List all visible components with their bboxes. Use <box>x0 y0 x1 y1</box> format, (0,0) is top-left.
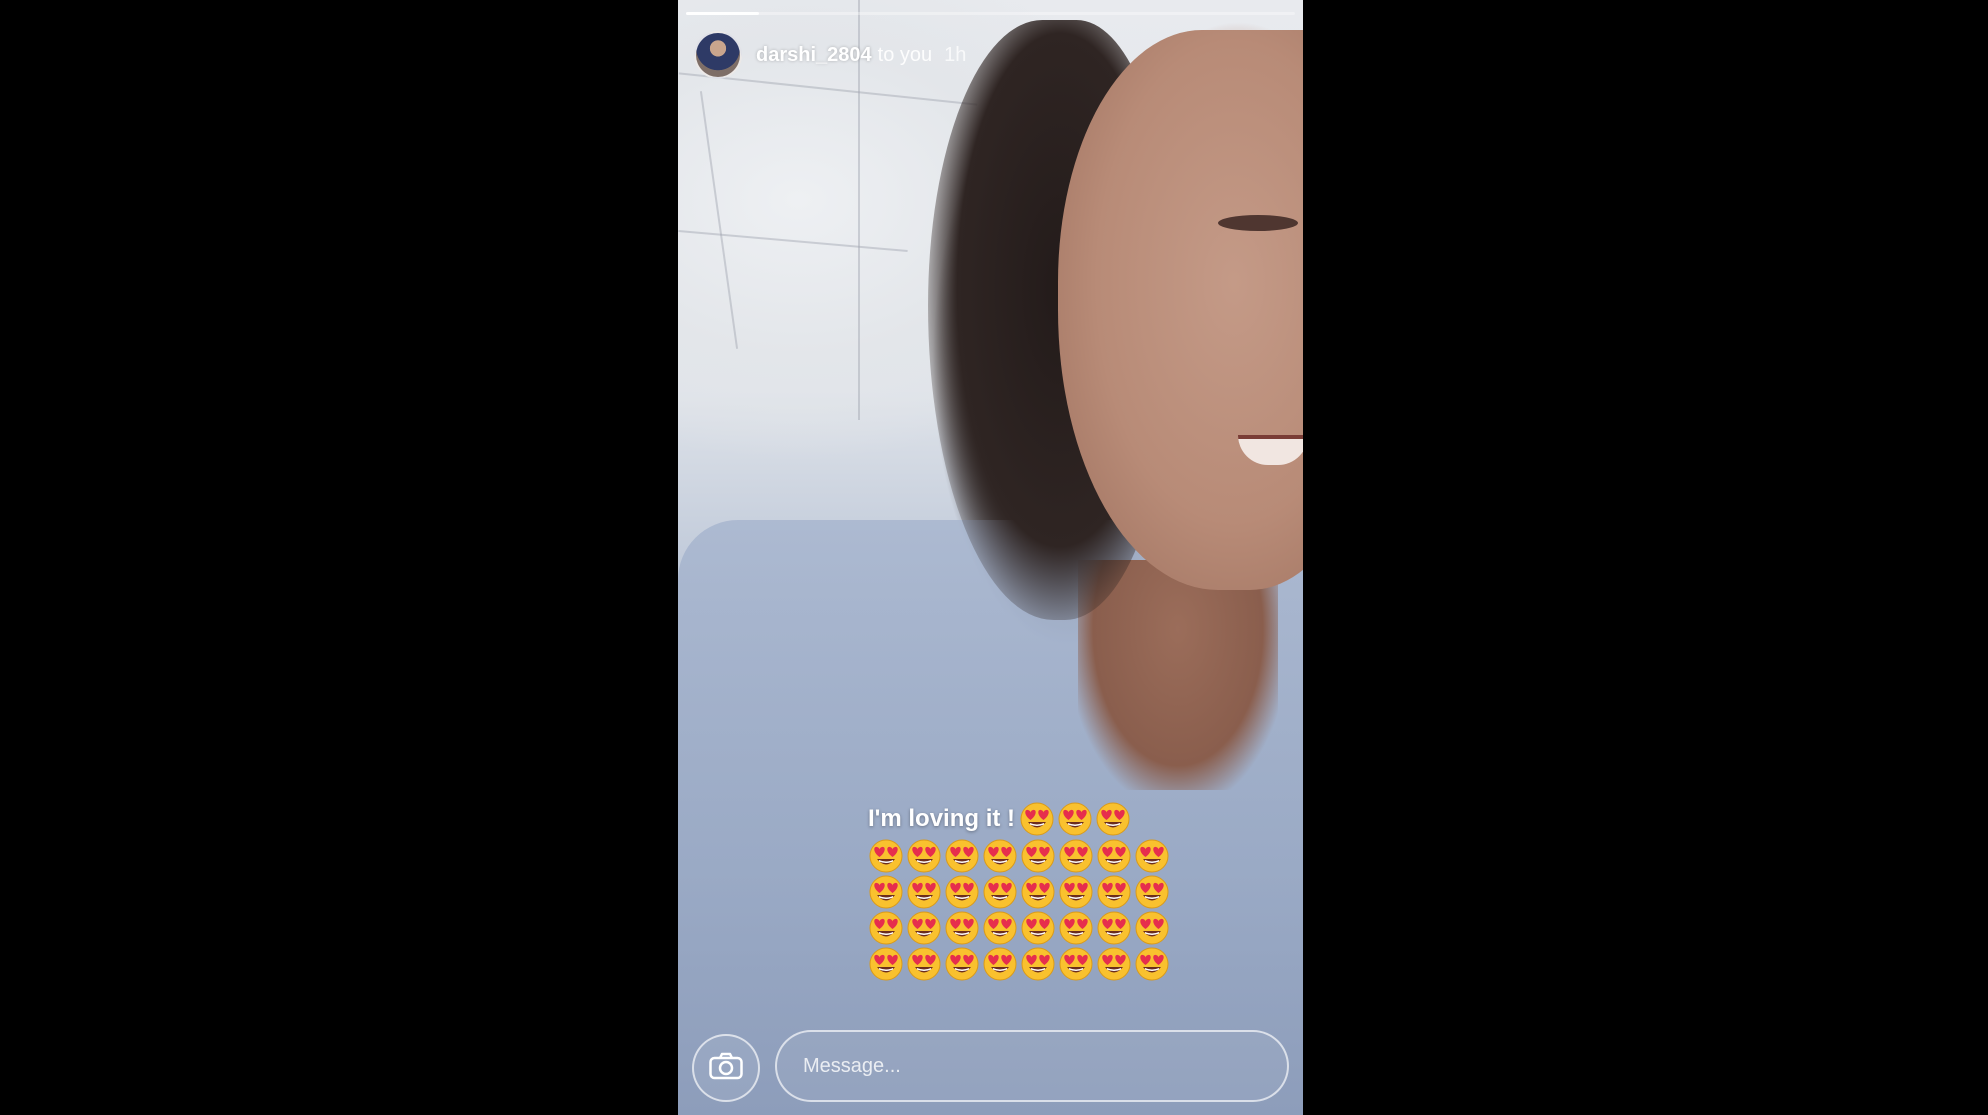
emoji-row <box>1019 801 1131 837</box>
emoji-row <box>868 838 1188 874</box>
heart-eyes-emoji-icon <box>1096 874 1132 910</box>
username[interactable]: darshi_2804 <box>756 44 872 67</box>
heart-eyes-emoji-icon <box>906 838 942 874</box>
heart-eyes-emoji-icon <box>944 838 980 874</box>
heart-eyes-emoji-icon <box>1096 946 1132 982</box>
heart-eyes-emoji-icon <box>944 910 980 946</box>
heart-eyes-emoji-icon <box>1019 801 1055 837</box>
story-progress-bar <box>686 12 1295 15</box>
heart-eyes-emoji-icon <box>1134 874 1170 910</box>
heart-eyes-emoji-icon <box>1057 801 1093 837</box>
message-input[interactable] <box>801 1053 1287 1079</box>
story-header: darshi_2804 to you 1h <box>694 30 966 80</box>
story-caption: I'm loving it ! <box>868 800 1188 982</box>
heart-eyes-emoji-icon <box>982 946 1018 982</box>
heart-eyes-emoji-icon <box>868 838 904 874</box>
heart-eyes-emoji-icon <box>982 910 1018 946</box>
heart-eyes-emoji-icon <box>1095 801 1131 837</box>
heart-eyes-emoji-icon <box>1058 946 1094 982</box>
heart-eyes-emoji-icon <box>1096 910 1132 946</box>
heart-eyes-emoji-icon <box>1058 874 1094 910</box>
avatar[interactable] <box>694 31 742 79</box>
heart-eyes-emoji-icon <box>868 874 904 910</box>
emoji-row <box>868 910 1188 946</box>
audience-label: to you <box>877 43 933 66</box>
heart-eyes-emoji-icon <box>1058 838 1094 874</box>
heart-eyes-emoji-icon <box>868 946 904 982</box>
heart-eyes-emoji-icon <box>1134 946 1170 982</box>
heart-eyes-emoji-icon <box>1020 874 1056 910</box>
heart-eyes-emoji-icon <box>944 946 980 982</box>
heart-eyes-emoji-icon <box>906 910 942 946</box>
heart-eyes-emoji-icon <box>1020 946 1056 982</box>
caption-text: I'm loving it ! <box>868 805 1016 832</box>
viewer-background: darshi_2804 to you 1h I'm loving it ! <box>0 0 1988 1115</box>
camera-button[interactable] <box>692 1034 760 1102</box>
story-viewer[interactable]: darshi_2804 to you 1h I'm loving it ! <box>678 0 1303 1115</box>
story-progress-fill <box>686 12 760 15</box>
heart-eyes-emoji-icon <box>944 874 980 910</box>
emoji-row <box>868 946 1188 982</box>
timestamp: 1h <box>944 43 967 66</box>
heart-eyes-emoji-icon <box>1020 838 1056 874</box>
heart-eyes-emoji-icon <box>982 874 1018 910</box>
camera-icon <box>709 1052 743 1085</box>
heart-eyes-emoji-icon <box>906 874 942 910</box>
heart-eyes-emoji-icon <box>982 838 1018 874</box>
emoji-row <box>868 874 1188 910</box>
heart-eyes-emoji-icon <box>1058 910 1094 946</box>
heart-eyes-emoji-icon <box>906 946 942 982</box>
heart-eyes-emoji-icon <box>1096 838 1132 874</box>
heart-eyes-emoji-icon <box>868 910 904 946</box>
message-field[interactable] <box>775 1030 1289 1102</box>
heart-eyes-emoji-icon <box>1020 910 1056 946</box>
heart-eyes-emoji-icon <box>1134 838 1170 874</box>
heart-eyes-emoji-icon <box>1134 910 1170 946</box>
